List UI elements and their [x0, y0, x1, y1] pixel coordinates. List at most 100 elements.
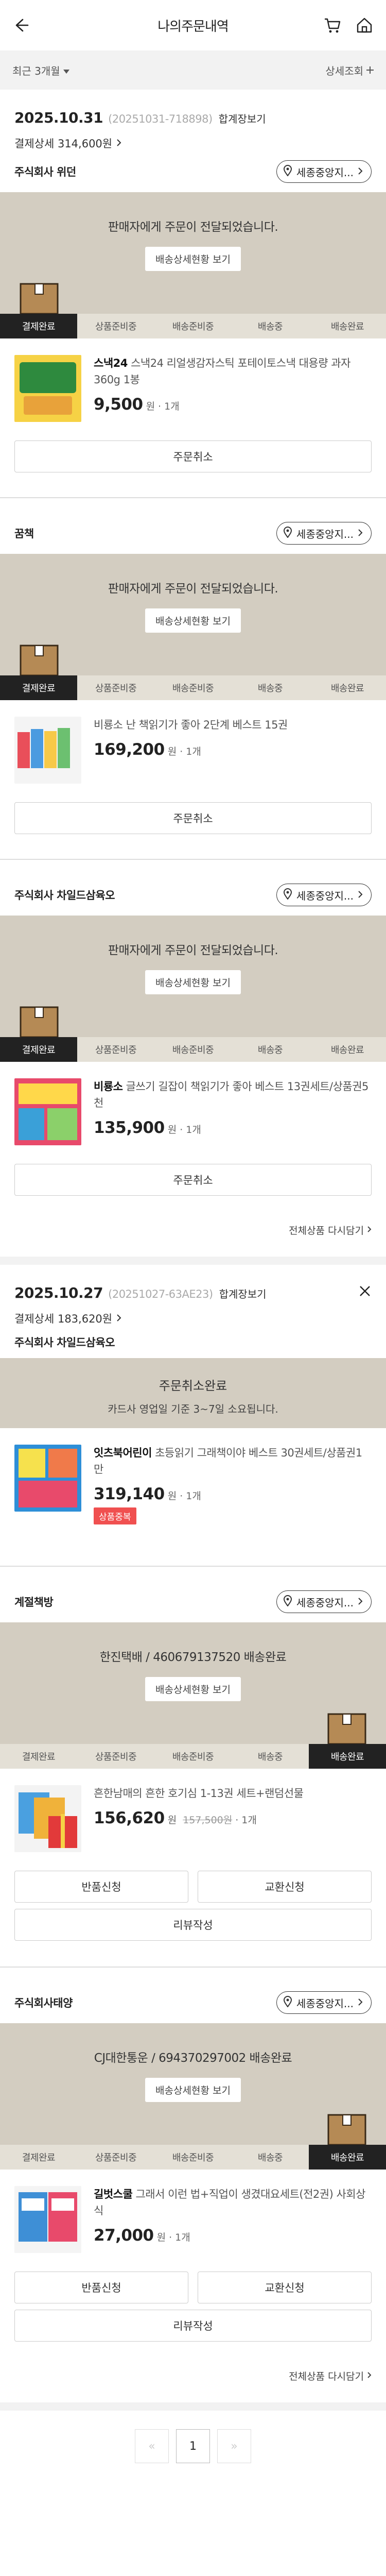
product-item[interactable]: 스낵24 스낵24 리얼생감자스틱 포테이토스낵 대용량 과자 360g 1봉 … [14, 338, 372, 422]
step-paid: 결제완료 [0, 314, 77, 338]
reorder-all-link[interactable]: 전체상품 다시담기 [14, 1209, 372, 1250]
page-number-button[interactable]: 1 [176, 2429, 210, 2463]
location-label: 세종중앙지... [296, 889, 354, 902]
step-ready: 배송준비중 [172, 683, 214, 694]
seller-row: 주식회사 차일드삼육오 [14, 1326, 372, 1358]
product-price: 319,140 [94, 1485, 165, 1503]
delivery-detail-button[interactable]: 배송상세현황 보기 [145, 608, 241, 633]
chevron-right-icon [367, 2370, 372, 2381]
product-item[interactable]: 잇츠북어린이 초등읽기 그래책이야 베스트 30권세트/상품권1만 319,14… [14, 1428, 372, 1524]
step-delivered: 배송완료 [330, 321, 364, 332]
location-pill[interactable]: 세종중앙지... [276, 1991, 372, 2014]
product-title: 흔한남매의 흔한 호기심 1-13권 세트+랜덤선물 [94, 1787, 304, 1800]
delivery-detail-button[interactable]: 배송상세현황 보기 [145, 247, 241, 271]
product-thumbnail[interactable] [14, 355, 81, 422]
product-item[interactable]: 길벗스쿨 그래서 이런 법+직업이 생겼대요세트(전2권) 사회상식 27,00… [14, 2170, 372, 2253]
step-delivered: 배송완료 [330, 1045, 364, 1056]
product-brand: 스낵24 [94, 357, 128, 369]
order-date: 2025.10.31 [14, 109, 103, 126]
payment-detail-link[interactable]: 결제상세 314,600원 [14, 135, 372, 151]
next-page-button[interactable]: » [217, 2429, 251, 2463]
detail-search-label: 상세조회 [325, 64, 363, 77]
order-detail-link[interactable]: 합계장보기 [219, 1286, 267, 1301]
cart-icon[interactable] [323, 16, 342, 35]
product-price: 9,500 [94, 395, 143, 414]
location-pill[interactable]: 세종중앙지... [276, 1590, 372, 1613]
chevron-right-icon [358, 1996, 363, 2009]
step-paid: 결제완료 [0, 675, 77, 700]
payment-detail-link[interactable]: 결제상세 183,620원 [14, 1311, 372, 1326]
return-request-button[interactable]: 반품신청 [14, 2272, 188, 2303]
product-thumbnail[interactable] [14, 1078, 81, 1145]
progress-steps: 결제완료 상품준비중 배송준비중 배송중 배송완료 [0, 1037, 386, 1062]
home-icon[interactable] [355, 16, 374, 35]
seller-name: 주식회사 차일드삼육오 [14, 889, 115, 902]
detail-search-button[interactable]: 상세조회 [325, 63, 374, 78]
reorder-all-link[interactable]: 전체상품 다시담기 [14, 2355, 372, 2396]
cancel-status-panel: 주문취소완료 카드사 영업일 기준 3~7일 소요됩니다. [0, 1358, 386, 1428]
product-price: 27,000 [94, 2226, 154, 2245]
product-brand: 잇츠북어린이 [94, 1447, 152, 1459]
step-ready: 배송준비중 [172, 1752, 214, 1762]
step-paid: 결제완료 [22, 2153, 56, 2163]
currency-unit: 원 [156, 2232, 166, 2243]
product-thumbnail[interactable] [14, 1445, 81, 1512]
cancel-note: 카드사 영업일 기준 3~7일 소요됩니다. [108, 1403, 278, 1415]
plus-icon [366, 64, 374, 76]
step-ready: 배송준비중 [172, 1045, 214, 1056]
step-delivered: 배송완료 [309, 1744, 386, 1769]
prev-page-button[interactable]: « [135, 2429, 169, 2463]
delivery-detail-button[interactable]: 배송상세현황 보기 [145, 970, 241, 994]
product-price: 135,900 [94, 1118, 165, 1137]
order-divider [0, 2402, 386, 2411]
delivery-status-panel: 판매자에게 주문이 전달되었습니다. 배송상세현황 보기 결제완료 상품준비중 … [0, 192, 386, 338]
reorder-label: 전체상품 다시담기 [289, 2370, 364, 2382]
product-thumbnail[interactable] [14, 717, 81, 784]
progress-steps: 결제완료 상품준비중 배송준비중 배송중 배송완료 [0, 2145, 386, 2170]
product-thumbnail[interactable] [14, 2186, 81, 2253]
write-review-button[interactable]: 리뷰작성 [14, 1909, 372, 1941]
product-brand: 비룡소 [94, 1080, 123, 1093]
exchange-request-button[interactable]: 교환신청 [198, 1871, 372, 1903]
product-quantity: 1개 [164, 401, 180, 412]
product-item[interactable]: 흔한남매의 흔한 호기심 1-13권 세트+랜덤선물 156,620 원 157,5… [14, 1769, 372, 1852]
reorder-label: 전체상품 다시담기 [289, 1225, 364, 1236]
product-thumbnail[interactable] [14, 1785, 81, 1852]
progress-steps: 결제완료 상품준비중 배송준비중 배송중 배송완료 [0, 314, 386, 338]
order-divider [0, 1257, 386, 1265]
write-review-button[interactable]: 리뷰작성 [14, 2310, 372, 2342]
delivery-status-panel: 판매자에게 주문이 전달되었습니다. 배송상세현황 보기 결제완료 상품준비중 … [0, 916, 386, 1062]
currency-unit: 원 [146, 401, 155, 412]
chevron-right-icon [358, 889, 363, 901]
location-pill[interactable]: 세종중앙지... [276, 884, 372, 906]
return-request-button[interactable]: 반품신청 [14, 1871, 188, 1903]
status-message: 판매자에게 주문이 전달되었습니다. [108, 582, 278, 596]
order-group: 2025.10.27 (20251027-63AE23) 합계장보기 결제상세 … [0, 1265, 386, 2411]
cancel-order-button[interactable]: 주문취소 [14, 802, 372, 834]
product-quantity: 1개 [186, 1124, 201, 1136]
delivery-detail-button[interactable]: 배송상세현황 보기 [145, 1677, 241, 1701]
order-detail-link[interactable]: 합계장보기 [219, 111, 266, 126]
exchange-request-button[interactable]: 교환신청 [198, 2272, 372, 2303]
product-title: 비룡소 난 책읽기가 좋아 2단계 베스트 15권 [94, 719, 288, 731]
cancel-order-button[interactable]: 주문취소 [14, 440, 372, 472]
product-price: 156,620 [94, 1809, 165, 1827]
product-price: 169,200 [94, 740, 165, 759]
order-group: 2025.10.31 (20251031-718898) 합계장보기 결제상세 … [0, 90, 386, 1265]
delivery-detail-button[interactable]: 배송상세현황 보기 [145, 2078, 241, 2102]
period-select[interactable]: 최근 3개월 [12, 63, 69, 78]
location-pill[interactable]: 세종중앙지... [276, 522, 372, 545]
product-item[interactable]: 비룡소 난 책읽기가 좋아 2단계 베스트 15권 169,200 원 · 1개 [14, 700, 372, 784]
product-item[interactable]: 비룡소 글쓰기 길잡이 책읽기가 좋아 베스트 13권세트/상품권5천 135,… [14, 1062, 372, 1145]
progress-steps: 결제완료 상품준비중 배송준비중 배송중 배송완료 [0, 1744, 386, 1769]
location-pill[interactable]: 세종중앙지... [276, 160, 372, 183]
step-delivered: 배송완료 [309, 2145, 386, 2170]
cancel-order-button[interactable]: 주문취소 [14, 1164, 372, 1196]
location-pin-icon [283, 1995, 292, 2010]
seller-name: 주식회사 차일드삼육오 [14, 1336, 115, 1349]
pagination: « 1 » [0, 2411, 386, 2482]
currency-unit: 원 [167, 1490, 177, 1502]
box-icon [20, 283, 59, 314]
close-icon[interactable] [358, 1284, 372, 1300]
caret-down-icon [63, 64, 69, 76]
